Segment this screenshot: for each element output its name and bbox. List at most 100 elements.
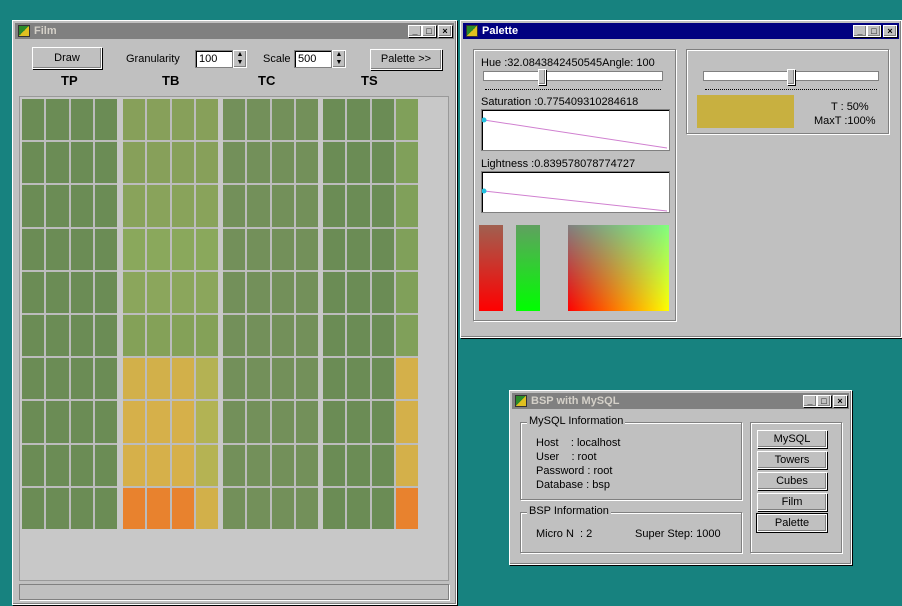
close-icon[interactable]: × (438, 25, 452, 37)
threshold-slider[interactable] (703, 69, 883, 91)
film-cell (247, 271, 270, 313)
film-button[interactable]: Film (757, 493, 827, 511)
film-cell (223, 358, 246, 400)
film-cell (247, 401, 270, 443)
super-step-label: Super Step: 1000 (635, 528, 721, 540)
film-cell (271, 142, 294, 184)
draw-button[interactable]: Draw (32, 47, 102, 69)
scale-input[interactable]: 500 (294, 50, 332, 68)
film-cell (371, 315, 394, 357)
film-cell (195, 358, 218, 400)
film-cell (395, 444, 418, 486)
film-titlebar[interactable]: Film _ □ × (15, 23, 454, 39)
film-cell (395, 401, 418, 443)
film-cell (171, 358, 194, 400)
film-cell (195, 142, 218, 184)
film-cell (247, 99, 270, 141)
threshold-slider-thumb[interactable] (787, 69, 795, 85)
film-cell (323, 99, 346, 141)
password-label: Password : root (536, 465, 613, 477)
film-grid-tb (123, 99, 218, 529)
saturation-curve-line (481, 117, 668, 149)
film-cell (94, 358, 117, 400)
palette-button[interactable]: Palette (756, 513, 828, 533)
film-cell (295, 99, 318, 141)
maximize-icon[interactable]: □ (867, 25, 881, 37)
film-cell (323, 185, 346, 227)
film-cell (295, 271, 318, 313)
film-cell (323, 444, 346, 486)
minimize-icon[interactable]: _ (803, 395, 817, 407)
t-label: T : 50% (831, 101, 869, 113)
green-gradient-bar (516, 225, 540, 311)
film-cell (94, 315, 117, 357)
film-cell (147, 142, 170, 184)
scale-spinner[interactable]: ▲ ▼ (332, 50, 346, 68)
film-cell (347, 99, 370, 141)
maximize-icon[interactable]: □ (422, 25, 436, 37)
film-cell (295, 401, 318, 443)
film-cell (195, 185, 218, 227)
film-cell (22, 99, 45, 141)
film-cell (395, 358, 418, 400)
film-cell (271, 99, 294, 141)
host-label: Host : localhost (536, 437, 621, 449)
film-cell (70, 315, 93, 357)
film-cell (271, 315, 294, 357)
cubes-button[interactable]: Cubes (757, 472, 827, 490)
film-cell (295, 228, 318, 270)
film-cell (70, 487, 93, 529)
film-cell (123, 315, 146, 357)
film-cell (195, 401, 218, 443)
film-cell (46, 358, 69, 400)
film-cell (371, 228, 394, 270)
film-cell (171, 185, 194, 227)
film-cell (147, 401, 170, 443)
mysql-button[interactable]: MySQL (757, 430, 827, 448)
film-cell (70, 444, 93, 486)
close-icon[interactable]: × (833, 395, 847, 407)
film-cell (295, 487, 318, 529)
palette-toggle-button[interactable]: Palette >> (370, 49, 442, 70)
film-cell (171, 228, 194, 270)
film-cell (347, 444, 370, 486)
saturation-curve[interactable] (481, 109, 670, 151)
film-cell (123, 487, 146, 529)
film-cell (347, 142, 370, 184)
film-cell (371, 358, 394, 400)
film-cell (223, 99, 246, 141)
film-cell (395, 142, 418, 184)
film-cell (70, 228, 93, 270)
minimize-icon[interactable]: _ (853, 25, 867, 37)
film-cell (223, 142, 246, 184)
film-cell (147, 358, 170, 400)
granularity-spinner[interactable]: ▲ ▼ (233, 50, 247, 68)
film-cell (94, 401, 117, 443)
film-cell (123, 228, 146, 270)
film-cell (371, 487, 394, 529)
film-cell (271, 487, 294, 529)
bsp-title: BSP with MySQL (531, 395, 620, 407)
hue-label: Hue :32.0843842450545Angle: 100 (481, 57, 655, 69)
granularity-input[interactable]: 100 (195, 50, 233, 68)
film-grid-tc (223, 99, 318, 529)
palette-title: Palette (482, 25, 519, 37)
granularity-label: Granularity (126, 53, 180, 65)
film-cell (123, 401, 146, 443)
film-cell (371, 401, 394, 443)
film-cell (171, 271, 194, 313)
film-cell (171, 487, 194, 529)
palette-titlebar[interactable]: Palette _ □ × (463, 23, 899, 39)
film-cell (223, 185, 246, 227)
towers-button[interactable]: Towers (757, 451, 827, 469)
minimize-icon[interactable]: _ (408, 25, 422, 37)
hue-slider[interactable] (483, 69, 668, 91)
film-cell (247, 315, 270, 357)
film-cell (147, 487, 170, 529)
film-cell (347, 185, 370, 227)
maximize-icon[interactable]: □ (817, 395, 831, 407)
lightness-curve[interactable] (481, 171, 670, 213)
bsp-titlebar[interactable]: BSP with MySQL _ □ × (512, 393, 849, 409)
hue-slider-thumb[interactable] (538, 69, 546, 85)
close-icon[interactable]: × (883, 25, 897, 37)
